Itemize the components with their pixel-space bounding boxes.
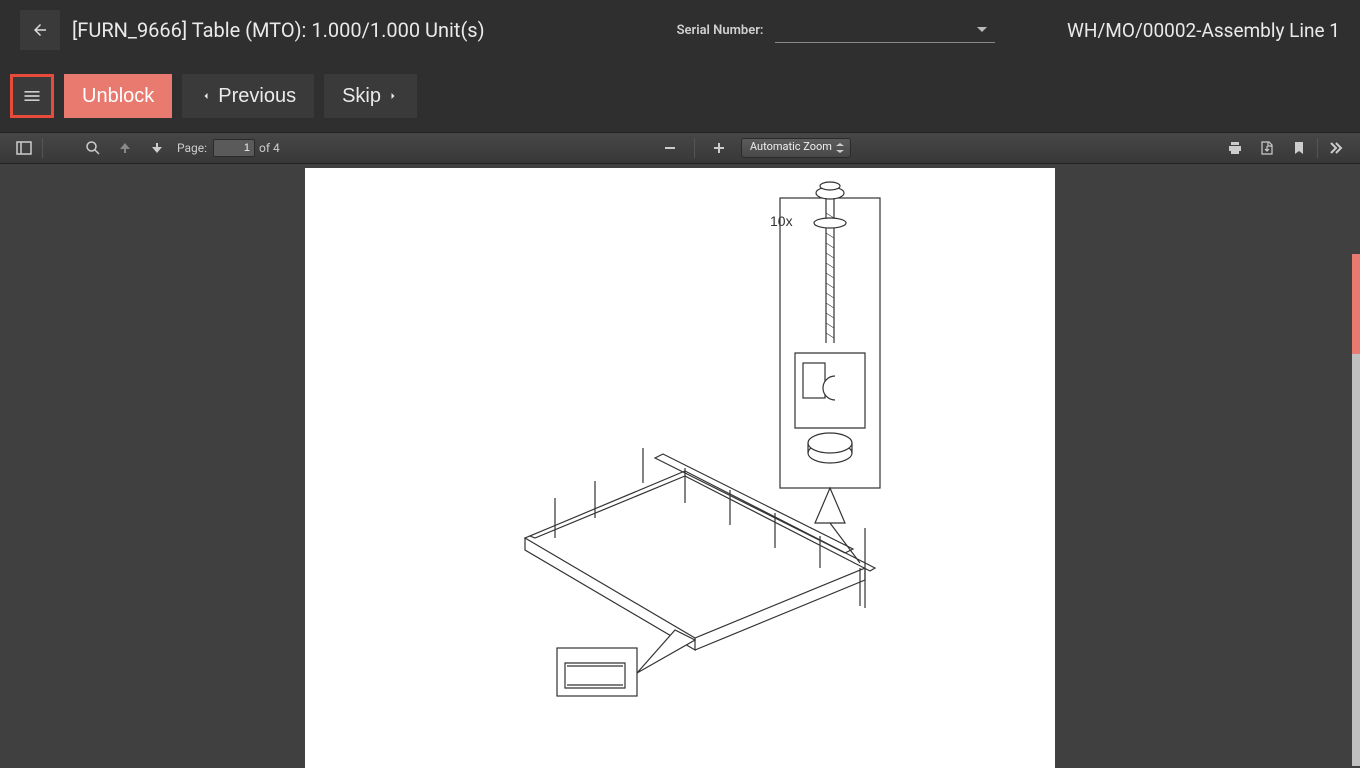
chevron-left-icon — [200, 88, 212, 104]
arrow-left-icon — [31, 21, 49, 39]
serial-number-label: Serial Number: — [677, 23, 764, 38]
pdf-toolbar: Page: of 4 Automatic Zoom — [0, 132, 1360, 164]
tools-button[interactable] — [1324, 136, 1348, 160]
unblock-label: Unblock — [82, 85, 154, 108]
page-count: of 4 — [259, 141, 280, 155]
zoom-out-button[interactable] — [658, 136, 682, 160]
scroll-thumb — [1352, 354, 1360, 766]
assembly-diagram: 10x — [305, 168, 1055, 748]
pdf-page: 10x — [305, 168, 1055, 768]
menu-button[interactable] — [10, 74, 54, 118]
minus-icon — [662, 140, 678, 156]
sidebar-toggle-button[interactable] — [12, 136, 36, 160]
find-button[interactable] — [81, 136, 105, 160]
skip-button[interactable]: Skip — [324, 74, 417, 118]
print-icon — [1227, 140, 1243, 156]
arrow-up-icon — [117, 140, 133, 156]
pdf-viewer[interactable]: 10x — [0, 164, 1360, 768]
print-button[interactable] — [1223, 136, 1247, 160]
manufacturing-order-title: WH/MO/00002-Assembly Line 1 — [1067, 19, 1340, 42]
separator — [694, 138, 695, 158]
separator — [1317, 138, 1318, 158]
zoom-select[interactable]: Automatic Zoom — [741, 138, 851, 158]
previous-button[interactable]: Previous — [182, 74, 314, 118]
chevron-right-icon — [387, 88, 399, 104]
page-label: Page: — [177, 141, 207, 155]
skip-label: Skip — [342, 85, 381, 108]
page-down-button[interactable] — [145, 136, 169, 160]
scrollbar[interactable] — [1350, 164, 1360, 768]
scroll-thumb-active — [1352, 254, 1360, 354]
previous-label: Previous — [218, 85, 296, 108]
header: [FURN_9666] Table (MTO): 1.000/1.000 Uni… — [0, 0, 1360, 60]
separator — [42, 138, 43, 158]
sidebar-icon — [16, 140, 32, 156]
bookmark-icon — [1291, 140, 1307, 156]
search-icon — [85, 140, 101, 156]
zoom-in-button[interactable] — [707, 136, 731, 160]
zoom-label: Automatic Zoom — [750, 140, 832, 153]
page-up-button[interactable] — [113, 136, 137, 160]
back-button[interactable] — [20, 10, 60, 50]
qty-label: 10x — [770, 213, 793, 229]
page-input[interactable] — [213, 139, 255, 157]
plus-icon — [711, 140, 727, 156]
hamburger-icon — [22, 86, 42, 106]
download-icon — [1259, 140, 1275, 156]
action-bar: Unblock Previous Skip — [0, 60, 1360, 132]
unblock-button[interactable]: Unblock — [64, 74, 172, 118]
serial-number-select[interactable] — [775, 17, 995, 43]
download-button[interactable] — [1255, 136, 1279, 160]
chevron-double-right-icon — [1328, 140, 1344, 156]
arrow-down-icon — [149, 140, 165, 156]
product-title: [FURN_9666] Table (MTO): 1.000/1.000 Uni… — [72, 18, 485, 42]
bookmark-button[interactable] — [1287, 136, 1311, 160]
